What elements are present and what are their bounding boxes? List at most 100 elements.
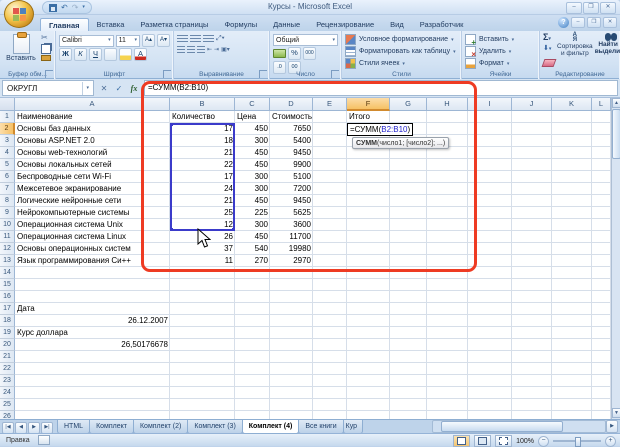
percent-style-icon[interactable]: % — [288, 47, 301, 60]
enter-icon[interactable]: ✓ — [112, 82, 126, 95]
range-handle-tr[interactable] — [232, 123, 235, 126]
workbook-close-icon[interactable]: ✕ — [603, 17, 617, 28]
ribbon-tab-разметка-страницы[interactable]: Разметка страницы — [132, 18, 216, 31]
column-header-K[interactable]: K — [552, 98, 592, 111]
row-header-13[interactable]: 13 — [0, 255, 15, 267]
align-top-icon[interactable] — [177, 34, 188, 44]
cell-A17[interactable]: Дата — [15, 303, 170, 315]
scroll-down-icon[interactable]: ▼ — [612, 408, 620, 418]
autosum-icon[interactable]: Σ▾ — [543, 33, 555, 44]
cell-B13[interactable]: 11 — [170, 255, 235, 267]
vertical-scrollbar[interactable]: ▲ ▼ — [611, 98, 620, 419]
zoom-out-icon[interactable]: − — [538, 435, 549, 447]
ribbon-tab-вид[interactable]: Вид — [382, 18, 412, 31]
row-header-10[interactable]: 10 — [0, 219, 15, 231]
number-format-combo[interactable]: Общий ▾ — [273, 34, 338, 46]
format-cells-button[interactable]: Формат ▾ — [465, 58, 536, 69]
insert-function-icon[interactable]: fx — [127, 82, 141, 95]
row-header-16[interactable]: 16 — [0, 291, 15, 303]
cell-D13[interactable]: 2970 — [270, 255, 313, 267]
increase-indent-icon[interactable]: ⇥ — [214, 45, 219, 55]
align-middle-icon[interactable] — [190, 34, 201, 44]
row-header-12[interactable]: 12 — [0, 243, 15, 255]
cell-F1[interactable]: Итого — [347, 111, 390, 123]
workbook-restore-icon[interactable]: ❐ — [587, 17, 601, 28]
zoom-slider[interactable] — [553, 437, 601, 447]
delete-cells-button[interactable]: Удалить▾ — [465, 46, 536, 59]
accounting-format-icon[interactable] — [273, 49, 286, 58]
column-header-B[interactable]: B — [170, 98, 235, 111]
page-break-view-icon[interactable] — [495, 435, 513, 447]
grow-font-icon[interactable]: A▴ — [142, 34, 155, 47]
font-name-combo[interactable]: Calibri ▾ — [59, 34, 114, 47]
row-header-26[interactable]: 26 — [0, 411, 15, 419]
bold-button[interactable]: Ж — [59, 48, 72, 61]
close-icon[interactable]: ✕ — [600, 2, 616, 14]
cell-D12[interactable]: 19980 — [270, 243, 313, 255]
column-header-E[interactable]: E — [313, 98, 347, 111]
cell-D11[interactable]: 11700 — [270, 231, 313, 243]
row-header-17[interactable]: 17 — [0, 303, 15, 315]
align-center-icon[interactable] — [187, 45, 195, 55]
cell-A7[interactable]: Межсетевое экранирование — [15, 183, 170, 195]
sheet-tab-кур[interactable]: Кур — [342, 420, 363, 434]
cell-A6[interactable]: Беспроводные сети Wi-Fi — [15, 171, 170, 183]
row-header-8[interactable]: 8 — [0, 195, 15, 207]
alignment-dialog-launcher-icon[interactable] — [259, 70, 267, 78]
cell-C6[interactable]: 300 — [235, 171, 270, 183]
cell-B1[interactable]: Количество — [170, 111, 235, 123]
row-header-1[interactable]: 1 — [0, 111, 15, 123]
cell-A10[interactable]: Операционная система Unix — [15, 219, 170, 231]
range-handle-bl[interactable] — [170, 228, 173, 231]
align-bottom-icon[interactable] — [203, 34, 214, 44]
ribbon-tab-вставка[interactable]: Вставка — [89, 18, 133, 31]
row-header-5[interactable]: 5 — [0, 159, 15, 171]
cell-D9[interactable]: 5625 — [270, 207, 313, 219]
insert-cells-button[interactable]: Вставить▾ — [465, 34, 536, 47]
column-header-G[interactable]: G — [390, 98, 427, 111]
cell-D8[interactable]: 9450 — [270, 195, 313, 207]
cell-C9[interactable]: 225 — [235, 207, 270, 219]
workbook-minimize-icon[interactable]: – — [571, 17, 585, 28]
cell-C11[interactable]: 450 — [235, 231, 270, 243]
column-header-A[interactable]: A — [15, 98, 170, 111]
cell-B12[interactable]: 37 — [170, 243, 235, 255]
name-box[interactable]: ОКРУГЛ ▾ — [2, 80, 94, 96]
cell-A13[interactable]: Язык программирования Си++ — [15, 255, 170, 267]
decrease-indent-icon[interactable]: ⇤ — [207, 45, 212, 55]
cell-C10[interactable]: 300 — [235, 219, 270, 231]
cell-C3[interactable]: 300 — [235, 135, 270, 147]
fill-color-icon[interactable] — [119, 48, 132, 61]
row-header-19[interactable]: 19 — [0, 327, 15, 339]
cell-C13[interactable]: 270 — [235, 255, 270, 267]
horizontal-scrollbar[interactable] — [432, 420, 606, 433]
column-header-J[interactable]: J — [512, 98, 552, 111]
fill-icon[interactable]: ⬇▾ — [543, 45, 555, 53]
row-header-9[interactable]: 9 — [0, 207, 15, 219]
ribbon-tab-данные[interactable]: Данные — [265, 18, 308, 31]
sheet-tab-комплект-2[interactable]: Комплект (2) — [132, 420, 189, 434]
cell-C2[interactable]: 450 — [235, 123, 270, 135]
font-color-icon[interactable]: А — [134, 48, 147, 61]
zoom-level[interactable]: 100% — [516, 438, 534, 445]
row-header-14[interactable]: 14 — [0, 267, 15, 279]
cell-C12[interactable]: 540 — [235, 243, 270, 255]
row-header-18[interactable]: 18 — [0, 315, 15, 327]
clipboard-dialog-launcher-icon[interactable] — [45, 70, 53, 78]
cell-D4[interactable]: 9450 — [270, 147, 313, 159]
cell-A11[interactable]: Операционная система Linux — [15, 231, 170, 243]
row-header-15[interactable]: 15 — [0, 279, 15, 291]
cancel-icon[interactable]: ✕ — [97, 82, 111, 95]
help-icon[interactable]: ? — [558, 17, 569, 28]
align-left-icon[interactable] — [177, 45, 185, 55]
orientation-icon[interactable]: ⤢▾ — [216, 34, 225, 44]
shrink-font-icon[interactable]: A▾ — [157, 34, 170, 47]
row-header-4[interactable]: 4 — [0, 147, 15, 159]
cell-A5[interactable]: Основы локальных сетей — [15, 159, 170, 171]
cell-A18[interactable]: 26.12.2007 — [15, 315, 170, 327]
column-header-F[interactable]: F — [347, 98, 390, 111]
cell-A12[interactable]: Основы операционных систем — [15, 243, 170, 255]
select-all-corner[interactable] — [0, 98, 15, 111]
ribbon-tab-формулы[interactable]: Формулы — [216, 18, 265, 31]
cell-D2[interactable]: 7650 — [270, 123, 313, 135]
